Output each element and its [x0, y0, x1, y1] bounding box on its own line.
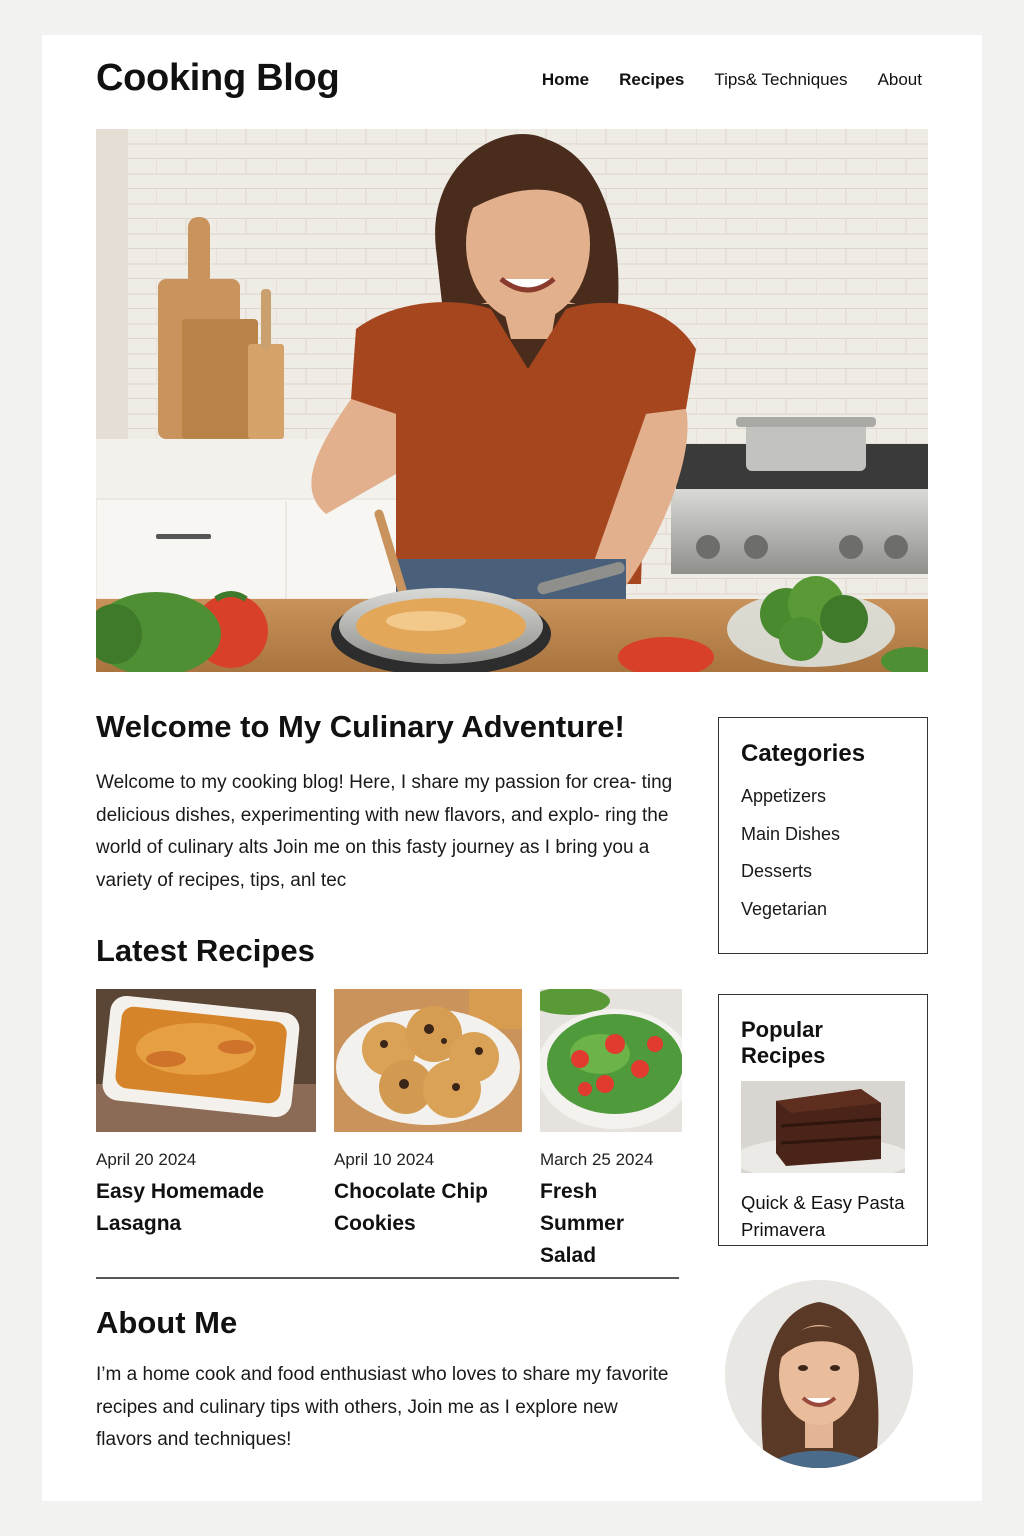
nav-recipes[interactable]: Recipes	[619, 70, 684, 90]
category-desserts[interactable]: Desserts	[741, 853, 905, 891]
welcome-heading: Welcome to My Culinary Adventure!	[96, 709, 625, 744]
popular-recipe-title[interactable]: Quick & Easy Pasta Primavera	[741, 1189, 905, 1243]
recipe-title[interactable]: Easy Homemade Lasagna	[96, 1176, 316, 1240]
main-nav: Home Recipes Tips& Techniques About	[542, 70, 922, 90]
site-title[interactable]: Cooking Blog	[96, 57, 340, 100]
recipe-title[interactable]: Fresh Summer Salad	[540, 1176, 682, 1272]
categories-panel: Categories Appetizers Main Dishes Desser…	[718, 717, 928, 954]
recipe-image-lasagna[interactable]	[96, 989, 316, 1132]
nav-home[interactable]: Home	[542, 70, 589, 90]
recipe-card-lasagna[interactable]: April 20 2024 Easy Homemade Lasagna	[96, 989, 316, 1240]
recipe-date: April 10 2024	[334, 1150, 435, 1169]
recipe-image-cookies[interactable]	[334, 989, 522, 1132]
about-heading: About Me	[96, 1305, 238, 1340]
recipe-card-cookies[interactable]: April 10 2024 Chocolate Chip Cookies	[334, 989, 522, 1240]
about-paragraph: I’m a home cook and food enthusiast who …	[96, 1364, 669, 1450]
popular-recipes-heading: Popular Recipes	[741, 1017, 826, 1068]
categories-heading: Categories	[741, 740, 866, 767]
categories-list: Appetizers Main Dishes Desserts Vegetari…	[741, 778, 905, 928]
hero-image	[96, 129, 928, 672]
welcome-paragraph: Welcome to my cooking blog! Here, I shar…	[96, 772, 673, 891]
category-appetizers[interactable]: Appetizers	[741, 778, 905, 816]
popular-recipes-panel: Popular Recipes Quick & Easy Pasta Prima…	[718, 994, 928, 1246]
latest-recipes-heading: Latest Recipes	[96, 933, 315, 968]
recipe-date: April 20 2024	[96, 1150, 197, 1169]
nav-about[interactable]: About	[878, 70, 922, 90]
section-divider	[96, 1277, 679, 1279]
author-avatar	[725, 1280, 913, 1468]
category-main-dishes[interactable]: Main Dishes	[741, 816, 905, 854]
category-vegetarian[interactable]: Vegetarian	[741, 891, 905, 929]
nav-tips-techniques[interactable]: Tips& Techniques	[714, 70, 847, 90]
recipe-image-salad[interactable]	[540, 989, 682, 1132]
page: Cooking Blog Home Recipes Tips& Techniqu…	[42, 35, 982, 1501]
recipe-card-salad[interactable]: March 25 2024 Fresh Summer Salad	[540, 989, 682, 1272]
recipe-title[interactable]: Chocolate Chip Cookies	[334, 1176, 522, 1240]
popular-recipe-image[interactable]	[741, 1081, 905, 1173]
recipe-date: March 25 2024	[540, 1150, 654, 1169]
